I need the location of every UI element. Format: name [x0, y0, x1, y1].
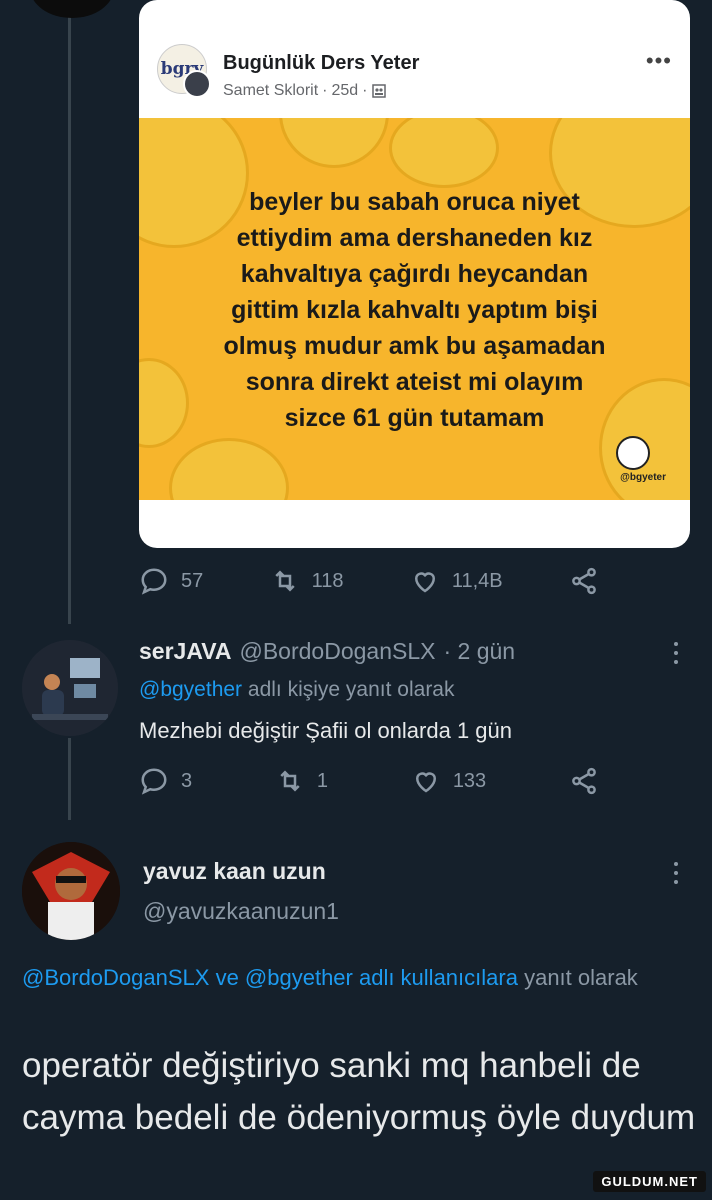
- share-icon: [572, 567, 596, 595]
- reply-count: 57: [181, 569, 204, 592]
- reply-button[interactable]: 57: [139, 566, 203, 596]
- like-button[interactable]: 11,4B: [410, 566, 503, 596]
- reply-handle[interactable]: @BordoDoganSLX: [239, 638, 435, 665]
- reply-context: @bgyether adlı kişiye yanıt olarak: [139, 678, 455, 702]
- separator: ·: [322, 82, 328, 99]
- reply-icon: [141, 568, 167, 595]
- meme-line: beyler bu sabah oruca niyet: [249, 188, 580, 216]
- meme-line: olmuş mudur amk bu aşamadan: [223, 332, 606, 360]
- meme-line: sonra direkt ateist mi olayım: [245, 368, 584, 396]
- quoted-facebook-post[interactable]: bgry Bugünlük Ders Yeter Samet Sklorit ·…: [139, 0, 690, 548]
- meme-line: sizce 61 gün tutamam: [284, 404, 545, 432]
- site-watermark: GULDUM.NET: [593, 1171, 706, 1192]
- reply-count: 3: [181, 769, 193, 792]
- main-more-icon[interactable]: [674, 862, 678, 884]
- retweet-count: 1: [316, 769, 329, 792]
- post-time: 25d: [331, 82, 359, 99]
- page-name[interactable]: Bugünlük Ders Yeter: [223, 52, 419, 75]
- meme-line: gittim kızla kahvaltı yaptım bişi: [231, 296, 598, 324]
- reply-avatar[interactable]: [22, 640, 118, 736]
- meme-line: ettiydim ama dershaneden kız: [236, 224, 593, 252]
- reply-time[interactable]: · 2 gün: [443, 638, 515, 665]
- more-options-icon[interactable]: •••: [646, 48, 672, 74]
- like-button[interactable]: 133: [411, 766, 486, 796]
- reply-header: serJAVA @BordoDoganSLX · 2 gün: [139, 638, 515, 665]
- author-name[interactable]: Samet Sklorit: [223, 82, 318, 100]
- share-button[interactable]: [569, 566, 599, 596]
- reply-icon: [141, 768, 167, 795]
- share-icon: [572, 767, 596, 795]
- bg-logo-icon: [616, 436, 650, 470]
- heart-icon: [415, 772, 436, 793]
- laughing-emoji-icon: [169, 438, 289, 500]
- thread-line-mid: [68, 738, 71, 820]
- author-avatar: [183, 70, 211, 98]
- meme-caption: beyler bu sabah oruca niyet ettiydim ama…: [199, 184, 630, 436]
- audience-icon: [371, 84, 386, 98]
- retweet-button[interactable]: 1: [275, 766, 328, 796]
- retweet-count: 118: [311, 569, 344, 592]
- reply-actions: 3 1 133: [139, 766, 599, 796]
- reply-to-suffix: adlı kişiye yanıt olarak: [247, 678, 455, 701]
- heart-icon: [414, 572, 435, 593]
- reply-display-name[interactable]: serJAVA: [139, 638, 231, 665]
- meme-line: kahvaltıya çağırdı heycandan: [240, 260, 589, 288]
- meme-handle: @bgyeter: [620, 472, 666, 483]
- reply-to-links[interactable]: @BordoDoganSLX ve @bgyether adlı kullanı…: [22, 965, 518, 990]
- reply-button[interactable]: 3: [139, 766, 192, 796]
- fb-post-header: bgry Bugünlük Ders Yeter Samet Sklorit ·…: [157, 44, 672, 104]
- reply-text: Mezhebi değiştir Şafii ol onlarda 1 gün: [139, 718, 513, 743]
- like-count: 133: [452, 769, 487, 792]
- main-reply-context: @BordoDoganSLX ve @bgyether adlı kullanı…: [22, 960, 692, 996]
- meme-image[interactable]: beyler bu sabah oruca niyet ettiydim ama…: [139, 118, 690, 500]
- post-meta: Samet Sklorit · 25d ·: [223, 82, 386, 100]
- tweet-actions: 57 118 11,4B: [139, 566, 599, 596]
- share-button[interactable]: [569, 766, 599, 796]
- main-display-name[interactable]: yavuz kaan uzun: [143, 858, 326, 885]
- laughing-emoji-icon: [139, 358, 189, 448]
- retweet-icon: [274, 570, 295, 592]
- like-count: 11,4B: [451, 569, 503, 592]
- reply-to-suffix: yanıt olarak: [524, 965, 638, 990]
- retweet-icon: [280, 770, 300, 792]
- laughing-emoji-icon: [279, 118, 389, 168]
- profile-photo-icon: [22, 842, 120, 940]
- original-avatar[interactable]: [30, 0, 114, 18]
- main-avatar[interactable]: [22, 842, 120, 940]
- desk-scene-icon: [22, 640, 118, 736]
- main-handle[interactable]: @yavuzkaanuzun1: [143, 898, 339, 925]
- thread-line-top: [68, 14, 71, 624]
- retweet-button[interactable]: 118: [270, 566, 344, 596]
- main-tweet-text: operatör değiştiriyo sanki mq hanbeli de…: [22, 1046, 696, 1137]
- separator: ·: [362, 82, 368, 99]
- reply-to-link[interactable]: @bgyether: [139, 678, 242, 701]
- reply-more-icon[interactable]: [674, 642, 678, 664]
- laughing-emoji-icon: [389, 118, 499, 188]
